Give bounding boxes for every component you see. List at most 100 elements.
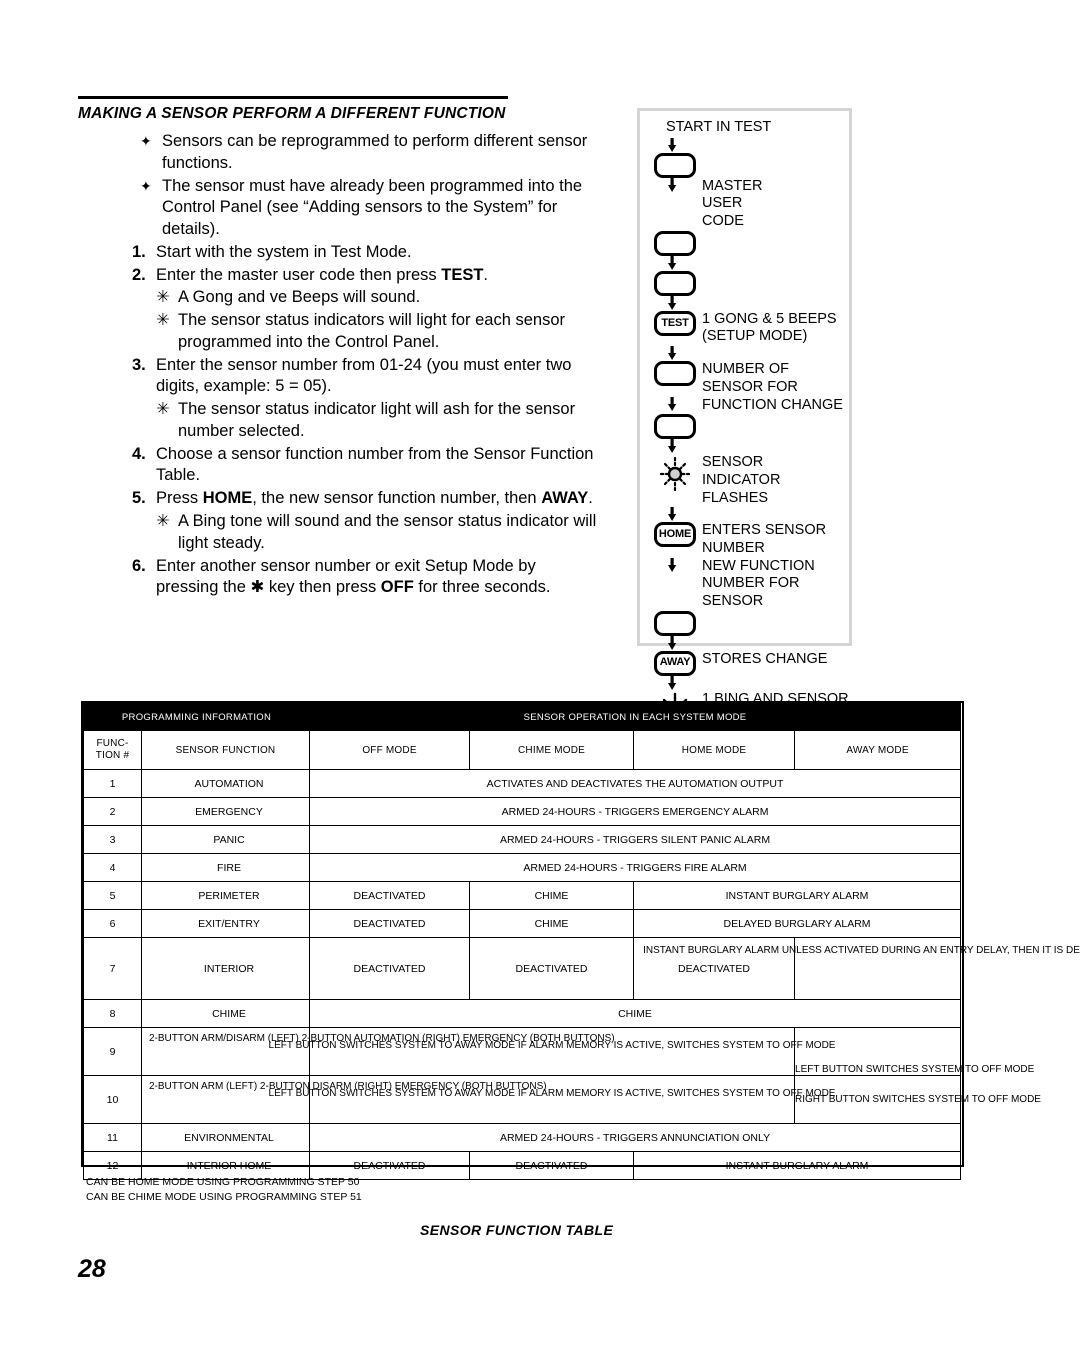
cell-away-mode-text: RIGHT BUTTON SWITCHES SYSTEM TO OFF MODE xyxy=(795,1094,1041,1105)
cell-away-mode-text: INSTANT BURGLARY ALARM UNLESS ACTIVATED … xyxy=(643,945,1080,956)
flowchart-start-label: START IN TEST xyxy=(666,119,772,135)
cell-away-mode-text: LEFT BUTTON SWITCHES SYSTEM TO OFF MODE xyxy=(795,1064,1035,1075)
flow-step-label: NEW FUNCTION NUMBER FOR SENSOR xyxy=(702,557,815,609)
list-item: ✳ The sensor status indicator light will… xyxy=(78,399,598,443)
flow-step-label-master: MASTER USER CODE xyxy=(702,177,763,230)
table-row: 3 PANIC ARMED 24-HOURS - TRIGGERS SILENT… xyxy=(83,825,962,854)
band-sensor-operation: SENSOR OPERATION IN EACH SYSTEM MODE xyxy=(309,703,962,731)
flow-step xyxy=(654,610,849,636)
flow-step-label: FUNCTION CHANGE xyxy=(702,396,843,413)
list-number: 6. xyxy=(132,556,146,575)
cell-function-number: 6 xyxy=(83,909,142,938)
cell-chime-mode: CHIME xyxy=(469,881,635,910)
list-item: 5. Press HOME, the new sensor function n… xyxy=(78,488,598,510)
list-item: ✳ A Gong and ve Beeps will sound. xyxy=(78,287,598,309)
list-item-text: Start with the system in Test Mode. xyxy=(156,242,412,261)
keypad-key-blank[interactable] xyxy=(654,414,696,440)
keypad-key-blank[interactable] xyxy=(654,361,696,387)
flow-step xyxy=(654,152,849,178)
cell-off-chime-home-mode: LEFT BUTTON SWITCHES SYSTEM TO AWAY MODE… xyxy=(269,1075,835,1124)
keypad-key-test[interactable]: TEST xyxy=(654,310,696,336)
cell-function-number: 1 xyxy=(83,769,142,798)
asterisk-bullet-icon: ✳ xyxy=(156,400,170,419)
table-row: 11 ENVIRONMENTAL ARMED 24-HOURS - TRIGGE… xyxy=(83,1123,962,1152)
list-number: 2. xyxy=(132,265,146,284)
table-band-row: PROGRAMMING INFORMATION SENSOR OPERATION… xyxy=(82,703,962,731)
flow-arrow-row xyxy=(654,137,849,153)
cell-sensor-function: INTERIOR xyxy=(140,937,311,1000)
list-item-text: A Gong and ve Beeps will sound. xyxy=(178,288,421,307)
cell-off-chime-home-text: LEFT BUTTON SWITCHES SYSTEM TO AWAY MODE… xyxy=(268,1088,836,1099)
table-row: 2 EMERGENCY ARMED 24-HOURS - TRIGGERS EM… xyxy=(83,797,962,826)
cell-off-mode: DEACTIVATED xyxy=(309,909,471,938)
cell-function-number: 7 xyxy=(83,937,142,1000)
flow-arrow-row: NEW FUNCTION NUMBER FOR SENSOR xyxy=(654,557,849,611)
table-row: 6 EXIT/ENTRY DEACTIVATED CHIME DELAYED B… xyxy=(83,909,962,938)
flow-step: NUMBER OF SENSOR FOR xyxy=(654,361,849,396)
list-item: ✳ The sensor status indicators will ligh… xyxy=(78,310,598,354)
flow-step: AWAY STORES CHANGE xyxy=(654,650,849,676)
cell-function-number: 3 xyxy=(83,825,142,854)
list-item-text: Enter another sensor number or exit Setu… xyxy=(156,556,551,597)
column-header-function-number: FUNC- TION # xyxy=(83,730,142,770)
table-row: 8 CHIME CHIME xyxy=(83,999,962,1028)
down-arrow-icon xyxy=(668,635,677,650)
list-item: ✳ A Bing tone will sound and the sensor … xyxy=(78,511,598,555)
table-row: 9 2-BUTTON ARM/DISARM (LEFT) 2-BUTTON AU… xyxy=(83,1027,1035,1076)
cell-function-number: 11 xyxy=(83,1123,142,1152)
cell-all-modes: CHIME xyxy=(309,999,962,1028)
flow-arrow-row xyxy=(654,255,849,271)
cell-home-away-mode: DELAYED BURGLARY ALARM xyxy=(633,909,962,938)
column-header-chime-mode: CHIME MODE xyxy=(469,730,635,770)
flow-step xyxy=(654,270,849,296)
keypad-key-blank[interactable] xyxy=(654,270,696,296)
cell-off-mode: DEACTIVATED xyxy=(309,881,471,910)
column-header-away-mode: AWAY MODE xyxy=(794,730,962,770)
cell-sensor-function: EXIT/ENTRY xyxy=(140,909,311,938)
list-item: 2. Enter the master user code then press… xyxy=(78,265,598,287)
cell-function-number: 8 xyxy=(83,999,142,1028)
flow-arrow-row xyxy=(654,346,849,361)
down-arrow-icon xyxy=(668,295,677,310)
band-programming-information: PROGRAMMING INFORMATION xyxy=(82,703,311,731)
down-arrow-icon xyxy=(668,177,677,192)
keypad-key-blank[interactable] xyxy=(654,152,696,178)
list-item-text: Enter the master user code then press TE… xyxy=(156,265,488,284)
flow-arrow-row: FUNCTION CHANGE xyxy=(654,396,849,415)
list-item-text: A Bing tone will sound and the sensor st… xyxy=(178,512,597,552)
flow-arrow-row xyxy=(654,507,849,522)
column-header-sensor-function: SENSOR FUNCTION xyxy=(140,730,311,770)
asterisk-bullet-icon: ✳ xyxy=(156,311,170,330)
list-number: 1. xyxy=(132,242,146,261)
keypad-key-blank[interactable] xyxy=(654,230,696,256)
list-item-text: The sensor must have already been progra… xyxy=(162,176,583,239)
down-arrow-icon xyxy=(668,396,677,411)
cell-function-number: 4 xyxy=(83,853,142,882)
cell-off-chime-home-mode: LEFT BUTTON SWITCHES SYSTEM TO AWAY MODE… xyxy=(269,1027,835,1076)
cell-function-number: 9 xyxy=(83,1027,142,1076)
keypad-key-away[interactable]: AWAY xyxy=(654,650,696,676)
list-item-text: Press HOME, the new sensor function numb… xyxy=(156,489,593,508)
flow-arrow-row: MASTER USER CODE xyxy=(654,177,849,231)
keypad-key-home[interactable]: HOME xyxy=(654,522,696,548)
down-arrow-icon xyxy=(668,507,677,522)
footnote-home-mode: CAN BE HOME MODE USING PROGRAMMING STEP … xyxy=(86,1176,360,1188)
cell-chime-mode: DEACTIVATED xyxy=(469,937,635,1000)
cell-all-modes: ARMED 24-HOURS - TRIGGERS ANNUNCIATION O… xyxy=(309,1123,962,1152)
cell-all-modes: ARMED 24-HOURS - TRIGGERS EMERGENCY ALAR… xyxy=(309,797,962,826)
flow-arrow-row xyxy=(654,635,849,651)
flow-step xyxy=(654,230,849,256)
cell-all-modes: ARMED 24-HOURS - TRIGGERS SILENT PANIC A… xyxy=(309,825,962,854)
list-item-text: The sensor status indicator light will a… xyxy=(178,400,576,440)
down-arrow-icon xyxy=(668,675,677,690)
down-arrow-icon xyxy=(668,255,677,270)
list-item: 3. Enter the sensor number from 01-24 (y… xyxy=(78,355,598,399)
keypad-key-blank[interactable] xyxy=(654,610,696,636)
list-item-text: Choose a sensor function number from the… xyxy=(156,444,594,485)
flow-step: SENSOR INDICATOR FLASHES xyxy=(654,454,849,507)
list-item: 4. Choose a sensor function number from … xyxy=(78,444,598,488)
column-header-off-mode: OFF MODE xyxy=(309,730,471,770)
cell-sensor-function: FIRE xyxy=(140,853,311,882)
down-arrow-icon xyxy=(668,439,677,454)
cell-away-mode: INSTANT BURGLARY ALARM UNLESS ACTIVATED … xyxy=(643,937,1080,1000)
